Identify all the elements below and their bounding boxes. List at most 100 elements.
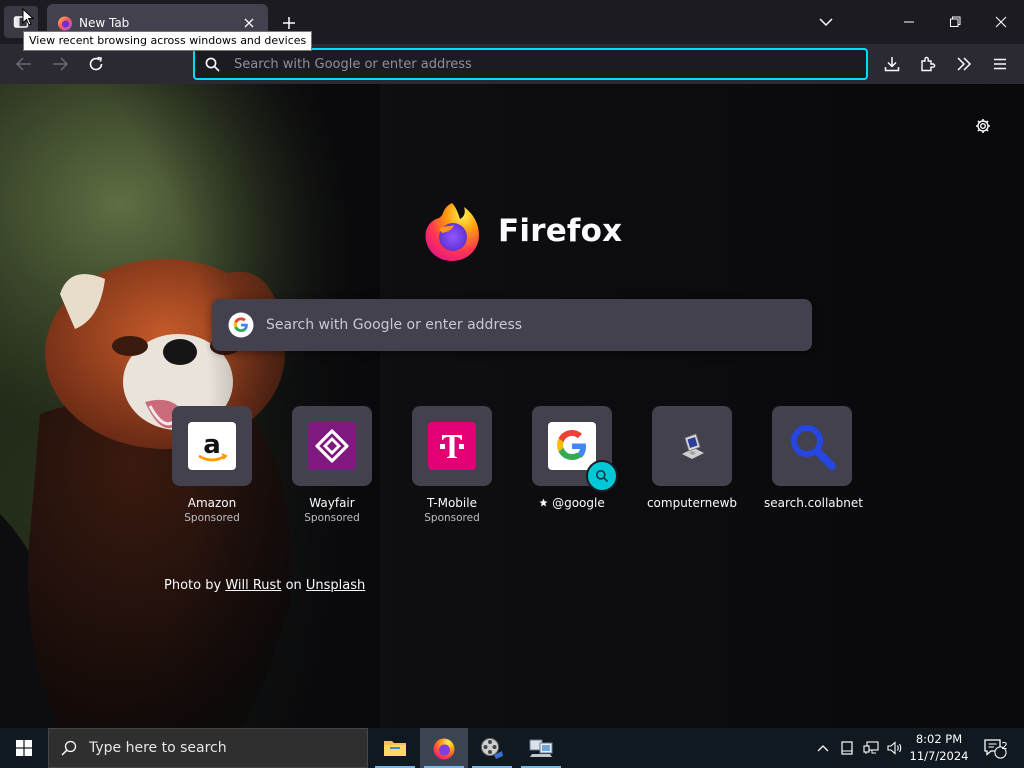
address-bar[interactable]	[193, 48, 868, 80]
top-site-label-row: @google	[524, 496, 620, 510]
puzzle-piece-icon	[921, 56, 936, 72]
attribution-author-link[interactable]: Will Rust	[225, 578, 281, 593]
wallpaper-attribution: Photo by Will Rust on Unsplash	[164, 578, 365, 593]
minimize-button[interactable]	[891, 6, 927, 38]
close-tab-button[interactable]	[240, 14, 258, 32]
taskbar-network-app[interactable]	[517, 728, 565, 768]
top-site-tile[interactable]	[532, 406, 618, 492]
newtab-search-box[interactable]	[212, 299, 812, 351]
attribution-site-link[interactable]: Unsplash	[306, 578, 365, 593]
top-site-computernewb[interactable]: computernewb	[644, 406, 740, 510]
sponsored-label: Sponsored	[184, 512, 240, 524]
top-site-tile[interactable]	[772, 406, 852, 486]
top-site-amazon[interactable]: a Amazon Sponsored	[164, 406, 260, 524]
top-site-tile[interactable]: a	[172, 406, 252, 486]
taskbar-media-app[interactable]	[468, 728, 516, 768]
windows-logo-icon	[16, 740, 32, 756]
arrow-left-icon	[16, 57, 31, 71]
top-site-label: T-Mobile	[427, 496, 477, 510]
google-g-icon	[228, 312, 254, 338]
search-icon	[205, 57, 220, 72]
taskbar-search-box[interactable]	[48, 728, 368, 768]
clock-date: 11/7/2024	[909, 749, 969, 763]
downloads-button[interactable]	[878, 50, 906, 78]
sponsored-label: Sponsored	[304, 512, 360, 524]
top-site-tile[interactable]	[652, 406, 732, 486]
clock-time: 8:02 PM	[915, 732, 963, 746]
firefox-logo-icon	[433, 738, 455, 760]
windows-taskbar: 8:02 PM 11/7/2024 2	[0, 728, 1024, 768]
computers-icon	[529, 739, 553, 757]
google-logo-icon	[548, 422, 596, 470]
gear-icon	[976, 119, 990, 133]
search-icon	[61, 740, 77, 756]
amazon-logo-icon: a	[188, 422, 236, 470]
customize-settings-button[interactable]	[971, 114, 995, 138]
chevron-up-icon	[817, 745, 829, 752]
reload-button[interactable]	[82, 50, 110, 78]
top-site-google[interactable]: @google	[524, 406, 620, 510]
close-icon	[995, 16, 1007, 28]
magnifier-icon	[791, 425, 836, 470]
attribution-prefix: Photo by	[164, 578, 222, 593]
tablet-icon	[841, 741, 853, 755]
taskbar-search-input[interactable]	[89, 740, 349, 756]
app-menu-button[interactable]	[986, 50, 1014, 78]
restore-button[interactable]	[937, 6, 973, 38]
list-all-tabs-button[interactable]	[808, 6, 844, 38]
action-center-button[interactable]: 2	[980, 728, 1010, 768]
wayfair-logo-icon	[308, 422, 356, 470]
start-button[interactable]	[0, 728, 48, 768]
show-hidden-icons-button[interactable]	[812, 728, 834, 768]
top-site-label: Amazon	[187, 496, 237, 510]
top-site-collabnet[interactable]: search.collabnet	[764, 406, 863, 510]
address-input[interactable]	[234, 56, 834, 72]
brand-name: Firefox	[498, 213, 623, 249]
attribution-middle: on	[285, 578, 302, 593]
speaker-icon	[887, 741, 902, 755]
minimize-icon	[904, 21, 914, 23]
svg-text:a: a	[203, 430, 221, 460]
network-tray-button[interactable]	[860, 728, 882, 768]
film-reel-icon	[481, 738, 503, 759]
top-site-label: search.collabnet	[764, 496, 863, 510]
top-sites: a Amazon Sponsored Wayfair Sponsored T-M…	[164, 406, 864, 536]
tmobile-logo-icon	[428, 422, 476, 470]
newtab-search-input[interactable]	[266, 317, 786, 333]
chevron-down-icon	[819, 18, 833, 27]
taskbar-clock[interactable]: 8:02 PM 11/7/2024	[904, 731, 974, 765]
top-site-tmobile[interactable]: T-Mobile Sponsored	[404, 406, 500, 524]
network-icon	[863, 741, 879, 754]
forward-button[interactable]	[46, 50, 74, 78]
new-tab-page: Firefox a Amazon Sponsored	[0, 84, 1024, 728]
taskbar-firefox[interactable]	[420, 728, 468, 768]
sponsored-label: Sponsored	[424, 512, 480, 524]
tablet-mode-tray-button[interactable]	[836, 728, 858, 768]
plus-icon	[283, 17, 295, 29]
firefox-brand: Firefox	[420, 199, 622, 263]
reload-icon	[89, 56, 103, 71]
arrow-right-icon	[53, 57, 68, 71]
tooltip: View recent browsing across windows and …	[23, 31, 313, 51]
top-site-tile[interactable]	[412, 406, 492, 486]
double-chevron-right-icon	[957, 57, 972, 71]
top-site-label: computernewb	[646, 496, 738, 510]
volume-tray-button[interactable]	[884, 728, 906, 768]
firefox-favicon-icon	[58, 16, 72, 31]
top-site-wayfair[interactable]: Wayfair Sponsored	[284, 406, 380, 524]
restore-icon	[950, 16, 961, 27]
taskbar-file-explorer[interactable]	[371, 728, 419, 768]
mouse-cursor-icon	[22, 8, 34, 26]
close-icon	[244, 18, 254, 28]
search-icon	[596, 470, 609, 483]
download-icon	[884, 57, 900, 72]
back-button[interactable]	[10, 50, 38, 78]
computer-icon	[682, 433, 704, 459]
top-site-label: @google	[552, 496, 605, 510]
close-window-button[interactable]	[983, 6, 1019, 38]
extensions-button[interactable]	[914, 50, 942, 78]
pin-icon	[539, 498, 548, 507]
search-shortcut-badge	[586, 460, 618, 492]
top-site-tile[interactable]	[292, 406, 372, 486]
more-tools-button[interactable]	[950, 50, 978, 78]
